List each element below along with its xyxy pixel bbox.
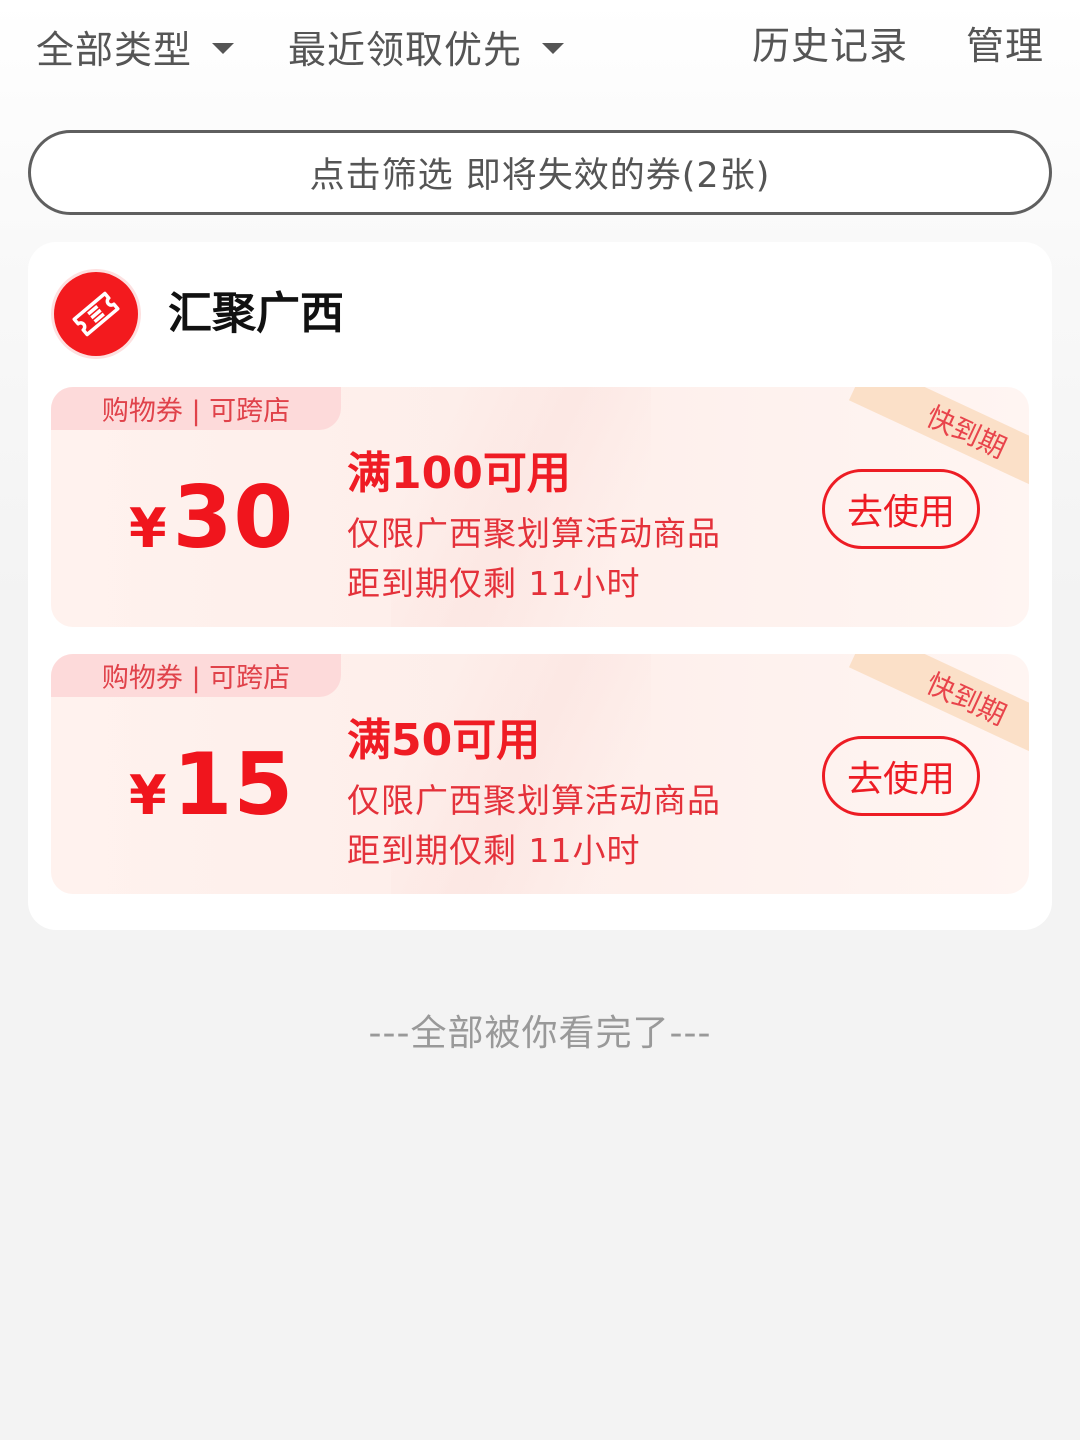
caret-down-icon [542,42,565,54]
sort-label: 最近领取优先 [288,27,523,72]
ticket-icon [72,291,120,337]
type-filter-dropdown[interactable]: 全部类型 [36,18,235,74]
coupon-type-label: 购物券 | 可跨店 [101,396,291,427]
expiring-ribbon-label: 快到期 [921,666,1012,733]
currency-symbol: ¥ [129,497,167,560]
coupon-condition: 满100可用 [347,448,571,499]
coupon-card: 购物券 | 可跨店 ¥ 30 满100可用 仅限广西聚划算活动商品 距到期仅剩 … [51,387,1029,627]
coupon-condition: 满50可用 [347,715,541,766]
coupon-card: 购物券 | 可跨店 ¥ 15 满50可用 仅限广西聚划算活动商品 距到期仅剩 1… [51,654,1029,894]
coupon-scope: 仅限广西聚划算活动商品 [347,781,721,820]
store-card: 汇聚广西 购物券 | 可跨店 ¥ 30 满100可用 仅限广西聚划算活动商品 距… [28,242,1052,930]
currency-symbol: ¥ [129,764,167,827]
type-filter-label: 全部类型 [36,27,193,72]
coupon-type-tag: 购物券 | 可跨店 [51,654,341,697]
expiring-ribbon-label: 快到期 [921,399,1012,466]
expiring-filter-button[interactable]: 点击筛选 即将失效的券(2张) [28,130,1052,215]
end-of-list-text: ---全部被你看完了--- [368,1013,712,1054]
coupon-value: 30 [172,468,295,568]
coupon-type-tag: 购物券 | 可跨店 [51,387,341,430]
history-link[interactable]: 历史记录 [752,18,908,74]
use-coupon-button[interactable]: 去使用 [822,736,980,816]
manage-link[interactable]: 管理 [966,18,1044,74]
caret-down-icon [212,42,235,54]
use-coupon-label: 去使用 [846,492,955,533]
coupon-expiry: 距到期仅剩 11小时 [347,831,641,870]
top-bar: 全部类型 最近领取优先 历史记录 管理 [0,0,1080,92]
store-logo[interactable] [54,272,138,356]
coupon-amount: ¥ 30 [129,473,294,563]
use-coupon-button[interactable]: 去使用 [822,469,980,549]
coupon-expiry: 距到期仅剩 11小时 [347,564,641,603]
coupon-value: 15 [172,735,295,835]
use-coupon-label: 去使用 [846,759,955,800]
coupon-type-label: 购物券 | 可跨店 [101,663,291,694]
store-name[interactable]: 汇聚广西 [168,286,344,342]
expiring-filter-label: 点击筛选 即将失效的券(2张) [309,156,771,196]
coupon-scope: 仅限广西聚划算活动商品 [347,514,721,553]
sort-dropdown[interactable]: 最近领取优先 [288,18,565,74]
coupon-amount: ¥ 15 [129,740,294,830]
